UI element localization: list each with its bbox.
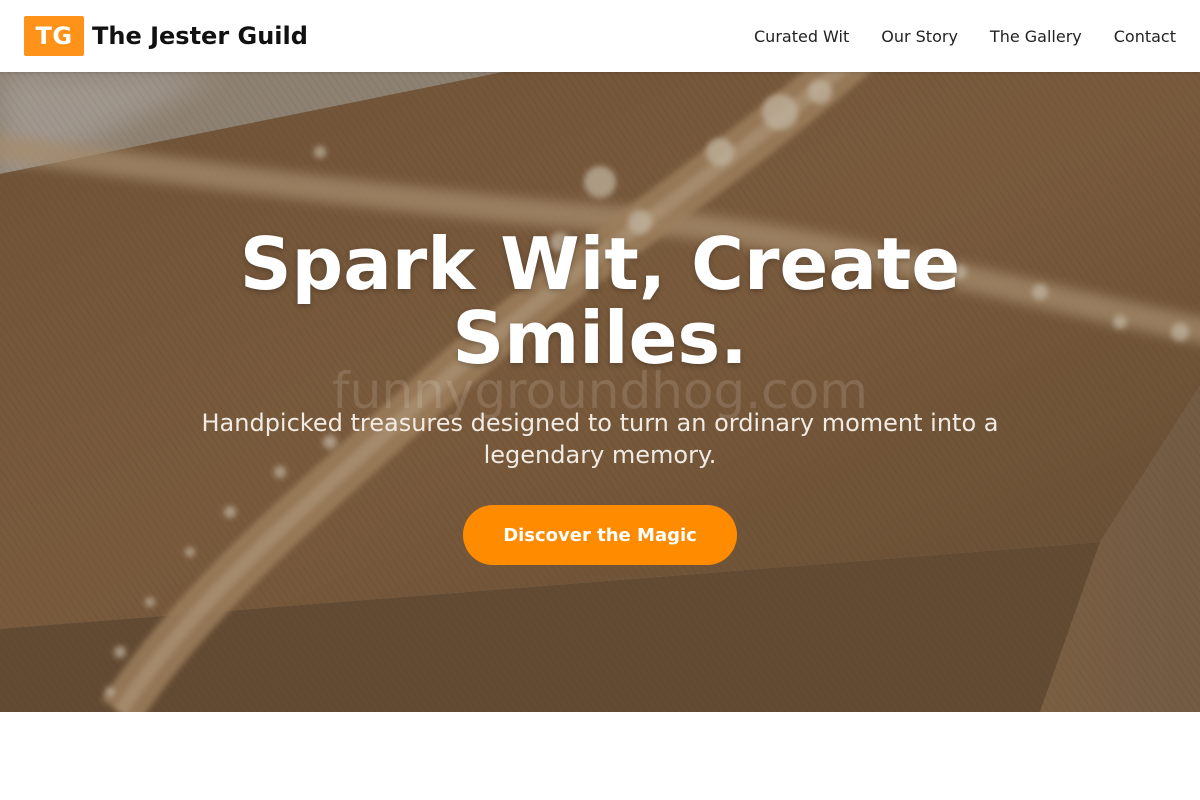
page: TG The Jester Guild Curated Wit Our Stor…	[0, 0, 1200, 800]
logo-badge[interactable]: TG	[24, 16, 84, 56]
hero-content: Spark Wit, Create Smiles. Handpicked tre…	[150, 227, 1050, 565]
hero-title: Spark Wit, Create Smiles.	[239, 222, 961, 380]
below-fold-area	[0, 712, 1200, 800]
site-header: TG The Jester Guild Curated Wit Our Stor…	[0, 0, 1200, 72]
brand[interactable]: TG The Jester Guild	[24, 16, 308, 56]
nav-item-our-story[interactable]: Our Story	[881, 27, 958, 46]
discover-the-magic-button[interactable]: Discover the Magic	[463, 505, 737, 565]
nav-item-the-gallery[interactable]: The Gallery	[990, 27, 1082, 46]
brand-name[interactable]: The Jester Guild	[92, 22, 308, 50]
hero-section: funnygroundhog.com Spark Wit, Create Smi…	[0, 72, 1200, 712]
nav-item-contact[interactable]: Contact	[1114, 27, 1176, 46]
nav-item-curated-wit[interactable]: Curated Wit	[754, 27, 849, 46]
hero-subtitle: Handpicked treasures designed to turn an…	[201, 409, 999, 469]
main-nav: Curated Wit Our Story The Gallery Contac…	[722, 0, 1176, 72]
